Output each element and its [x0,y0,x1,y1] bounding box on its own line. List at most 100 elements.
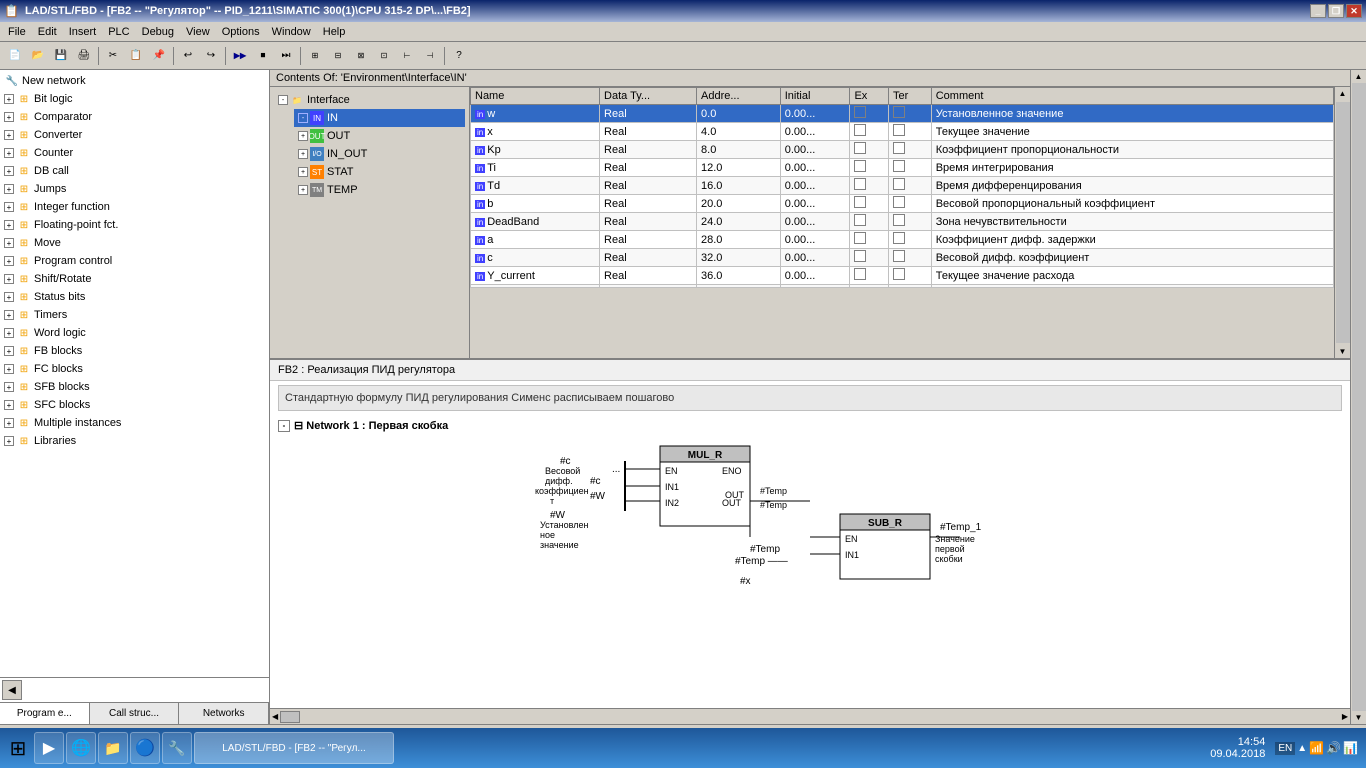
menu-insert[interactable]: Insert [63,24,103,40]
hscroll-thumb[interactable] [280,711,300,723]
tb-open[interactable]: 📂 [27,45,49,67]
menu-file[interactable]: File [2,24,32,40]
inode-out-expand[interactable]: + [298,131,308,141]
scroll-up-btn[interactable]: ▲ [1337,87,1349,100]
inode-stat[interactable]: + ST STAT [294,163,465,181]
taskbar-active-window[interactable]: LAD/STL/FBD - [FB2 -- "Регул... [194,732,394,764]
network1-collapse[interactable]: - [278,420,290,432]
tree-counter[interactable]: + ⊞ Counter [2,144,267,162]
menu-edit[interactable]: Edit [32,24,63,40]
contents-vscrollbar[interactable]: ▲ ▼ [1334,87,1350,358]
integer-fn-expand[interactable]: + [4,202,14,212]
main-vscroll-thumb[interactable] [1352,83,1366,711]
sfc-blocks-expand[interactable]: + [4,400,14,410]
sfb-blocks-expand[interactable]: + [4,382,14,392]
comparator-expand[interactable]: + [4,112,14,122]
hscroll-right-btn[interactable]: ▶ [1340,710,1350,723]
table-row[interactable]: inDeadBand Real 24.0 0.00... Зона нечувс… [471,213,1334,231]
table-row[interactable]: inTd Real 16.0 0.00... Время дифференцир… [471,177,1334,195]
tree-shift-rotate[interactable]: + ⊞ Shift/Rotate [2,270,267,288]
inode-in[interactable]: - IN IN [294,109,465,127]
tb-b4[interactable]: ⊡ [373,45,395,67]
tree-bit-logic[interactable]: + ⊞ Bit logic [2,90,267,108]
table-row[interactable]: inx Real 4.0 0.00... Текущее значение [471,123,1334,141]
table-row[interactable]: inb Real 20.0 0.00... Весовой пропорцион… [471,195,1334,213]
menu-view[interactable]: View [180,24,216,40]
tb-step[interactable]: ⏭ [275,45,297,67]
inode-interface[interactable]: - 📁 Interface [274,91,465,109]
menu-options[interactable]: Options [216,24,266,40]
table-row[interactable]: inw Real 0.0 0.00... Установленное значе… [471,105,1334,123]
scroll-thumb[interactable] [1336,102,1350,343]
inode-interface-expand[interactable]: - [278,95,288,105]
float-fn-expand[interactable]: + [4,220,14,230]
inode-stat-expand[interactable]: + [298,167,308,177]
tree-fb-blocks[interactable]: + ⊞ FB blocks [2,342,267,360]
tab-call-struc[interactable]: Call struc... [90,703,180,724]
move-expand[interactable]: + [4,238,14,248]
multi-inst-expand[interactable]: + [4,418,14,428]
table-row[interactable]: inKp Real 8.0 0.00... Коэффициент пропор… [471,141,1334,159]
tree-sfb-blocks[interactable]: + ⊞ SFB blocks [2,378,267,396]
menu-help[interactable]: Help [317,24,352,40]
jumps-expand[interactable]: + [4,184,14,194]
inode-temp[interactable]: + TM TEMP [294,181,465,199]
tb-b6[interactable]: ⊣ [419,45,441,67]
inode-out[interactable]: + OUT OUT [294,127,465,145]
tree-converter[interactable]: + ⊞ Converter [2,126,267,144]
menu-plc[interactable]: PLC [102,24,135,40]
inode-io-expand[interactable]: + [298,149,308,159]
tray-up-arrow[interactable]: ▲ [1297,743,1307,754]
tb-new[interactable]: 📄 [4,45,26,67]
shift-rotate-expand[interactable]: + [4,274,14,284]
table-row[interactable]: inTi Real 12.0 0.00... Время интегрирова… [471,159,1334,177]
tree-program-ctrl[interactable]: + ⊞ Program control [2,252,267,270]
scroll-down-btn[interactable]: ▼ [1337,345,1349,358]
tb-save[interactable]: 💾 [50,45,72,67]
taskbar-app-2[interactable]: 🌐 [66,732,96,764]
tree-comparator[interactable]: + ⊞ Comparator [2,108,267,126]
table-row[interactable]: inc Real 32.0 0.00... Весовой дифф. коэф… [471,249,1334,267]
taskbar-app-chrome[interactable]: 🔵 [130,732,160,764]
restore-btn[interactable]: ❐ [1328,4,1344,18]
tree-multiple-inst[interactable]: + ⊞ Multiple instances [2,414,267,432]
converter-expand[interactable]: + [4,130,14,140]
tb-paste[interactable]: 📌 [148,45,170,67]
inode-temp-expand[interactable]: + [298,185,308,195]
libraries-expand[interactable]: + [4,436,14,446]
counter-expand[interactable]: + [4,148,14,158]
collapse-panel-btn[interactable]: ◀ [2,680,22,700]
tab-program-e[interactable]: Program e... [0,703,90,724]
tree-timers[interactable]: + ⊞ Timers [2,306,267,324]
tree-float-fn[interactable]: + ⊞ Floating-point fct. [2,216,267,234]
timers-expand[interactable]: + [4,310,14,320]
table-row-empty[interactable] [471,285,1334,288]
tb-compile[interactable]: ▶▶ [229,45,251,67]
program-ctrl-expand[interactable]: + [4,256,14,266]
tree-move[interactable]: + ⊞ Move [2,234,267,252]
tb-b1[interactable]: ⊞ [304,45,326,67]
tree-status-bits[interactable]: + ⊞ Status bits [2,288,267,306]
tree-sfc-blocks[interactable]: + ⊞ SFC blocks [2,396,267,414]
menu-window[interactable]: Window [266,24,317,40]
taskbar-app-3[interactable]: 📁 [98,732,128,764]
minimize-btn[interactable]: _ [1310,4,1326,18]
inode-in-out[interactable]: + I/O IN_OUT [294,145,465,163]
taskbar-app-1[interactable]: ▶ [34,732,64,764]
tb-undo[interactable]: ↩ [177,45,199,67]
tb-copy[interactable]: 📋 [125,45,147,67]
tree-jumps[interactable]: + ⊞ Jumps [2,180,267,198]
tb-b2[interactable]: ⊟ [327,45,349,67]
db-call-expand[interactable]: + [4,166,14,176]
tree-new-network[interactable]: 🔧 New network [2,72,267,90]
tb-cut[interactable]: ✂ [102,45,124,67]
tree-word-logic[interactable]: + ⊞ Word logic [2,324,267,342]
tab-networks[interactable]: Networks [179,703,269,724]
main-vscroll-up[interactable]: ▲ [1355,72,1363,81]
start-button[interactable]: ⊞ [4,734,32,762]
table-row[interactable]: inY_current Real 36.0 0.00... Текущее зн… [471,267,1334,285]
taskbar-app-5[interactable]: 🔧 [162,732,192,764]
tree-integer-fn[interactable]: + ⊞ Integer function [2,198,267,216]
menu-debug[interactable]: Debug [136,24,180,40]
tree-db-call[interactable]: + ⊞ DB call [2,162,267,180]
